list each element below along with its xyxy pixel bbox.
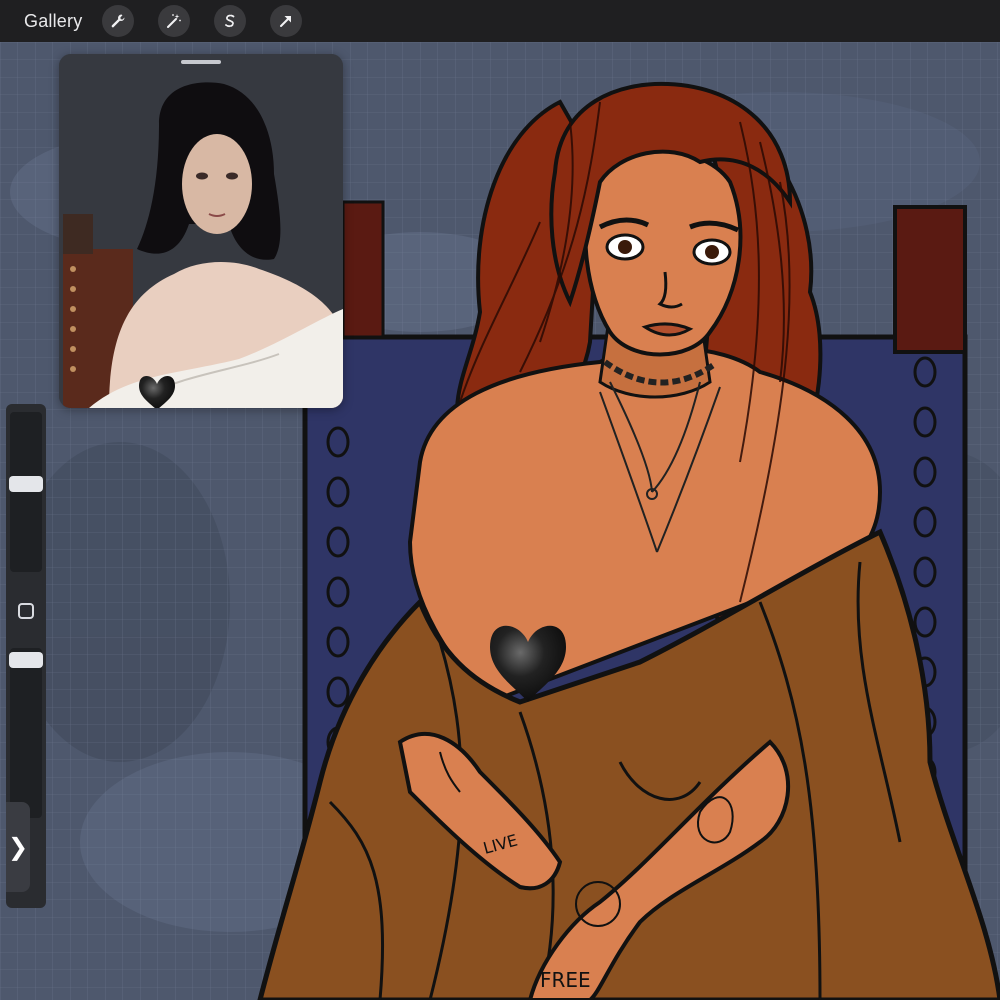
opacity-slider[interactable] xyxy=(10,648,42,818)
selection-button[interactable] xyxy=(214,5,247,37)
hand-tattoo-text: FREE xyxy=(540,968,591,992)
wrench-icon xyxy=(112,14,125,28)
modify-button[interactable] xyxy=(18,603,34,619)
chevron-right-icon: ❯ xyxy=(7,833,29,861)
arrow-icon xyxy=(280,16,292,27)
top-toolbar: Gallery xyxy=(0,0,1000,43)
selection-s-icon xyxy=(225,14,235,28)
opacity-thumb[interactable] xyxy=(9,652,43,668)
reference-image xyxy=(59,54,343,408)
reference-drag-handle[interactable] xyxy=(181,60,221,64)
gallery-button[interactable]: Gallery xyxy=(24,11,82,32)
brush-size-thumb[interactable] xyxy=(9,476,43,492)
brush-size-slider[interactable] xyxy=(10,412,42,572)
transform-button[interactable] xyxy=(270,5,303,37)
actions-button[interactable] xyxy=(102,5,135,37)
reference-window[interactable] xyxy=(59,54,343,408)
drawing-canvas[interactable]: FREE LIVE xyxy=(0,42,1000,1000)
magic-wand-icon xyxy=(167,14,182,28)
sidebar-collapse-tab[interactable]: ❯ xyxy=(6,802,30,892)
adjustments-button[interactable] xyxy=(158,5,191,37)
